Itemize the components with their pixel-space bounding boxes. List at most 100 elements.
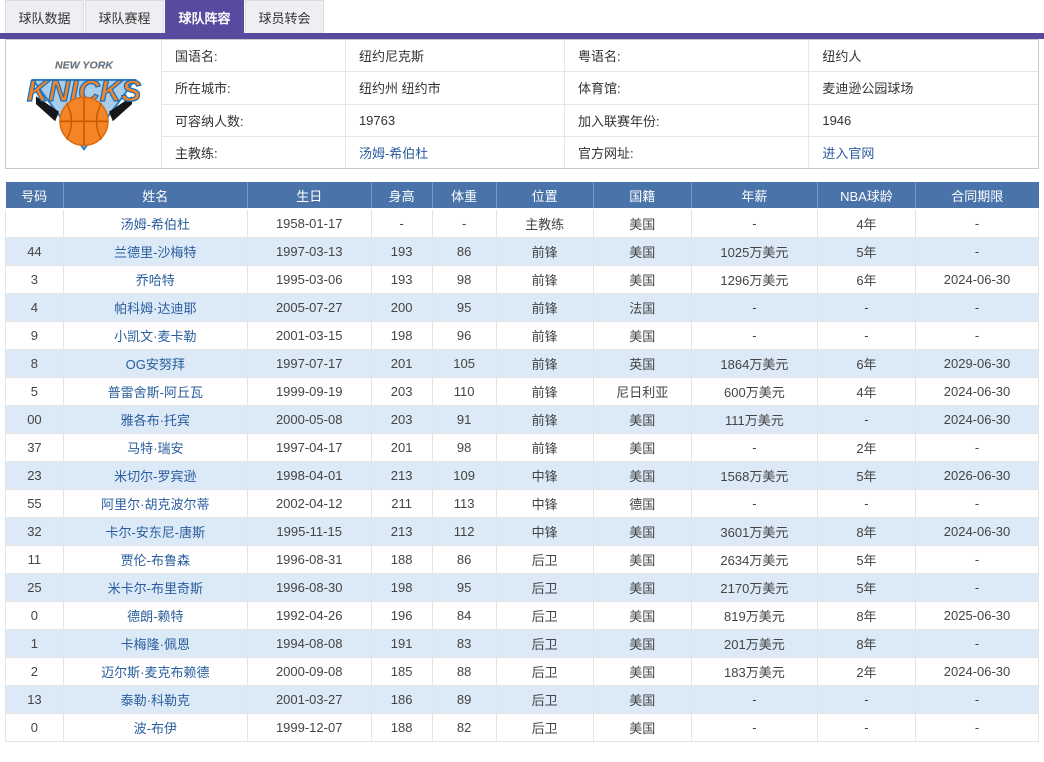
player-link[interactable]: 米卡尔-布里奇斯 — [108, 581, 203, 596]
cell-name: 乔哈特 — [63, 265, 247, 293]
head-coach-link[interactable]: 汤姆-希伯杜 — [359, 143, 428, 162]
cell-height: 201 — [371, 349, 432, 377]
cell-position: 中锋 — [496, 489, 593, 517]
cell-nationality: 美国 — [593, 433, 691, 461]
cell-position: 前锋 — [496, 433, 593, 461]
col-header-number: 号码 — [6, 182, 64, 209]
player-link[interactable]: 迈尔斯·麦克布赖德 — [101, 665, 209, 680]
cell-birthday: 1996-08-31 — [247, 545, 371, 573]
tab-team-schedule[interactable]: 球队赛程 — [85, 0, 164, 33]
player-link[interactable]: 小凯文·麦卡勒 — [114, 329, 196, 344]
cell-number: 37 — [6, 433, 64, 461]
cell-number: 13 — [6, 685, 64, 713]
player-link[interactable]: 贾伦-布鲁森 — [121, 553, 190, 568]
info-label-mandarin-name: 国语名: — [162, 40, 346, 72]
player-link[interactable]: 兰德里-沙梅特 — [114, 245, 196, 260]
cell-position: 后卫 — [496, 629, 593, 657]
cell-salary: 819万美元 — [691, 601, 817, 629]
cell-name: 普雷舍斯-阿丘瓦 — [63, 377, 247, 405]
cell-salary: - — [691, 433, 817, 461]
cell-weight: 95 — [432, 573, 496, 601]
cell-position: 后卫 — [496, 713, 593, 741]
team-logo-cell: NEW YORK KNICKS — [6, 40, 162, 168]
info-label-arena: 体育馆: — [565, 72, 809, 104]
cell-salary: 1025万美元 — [691, 237, 817, 265]
player-link[interactable]: 乔哈特 — [136, 273, 175, 288]
cell-nationality: 尼日利亚 — [593, 377, 691, 405]
col-header-name: 姓名 — [63, 182, 247, 209]
tab-team-roster[interactable]: 球队阵容 — [165, 0, 244, 33]
cell-number: 8 — [6, 349, 64, 377]
player-link[interactable]: 雅各布·托宾 — [121, 413, 190, 428]
roster-table-head: 号码姓名生日身高体重位置国籍年薪NBA球龄合同期限 — [6, 182, 1039, 209]
cell-name: 卡梅隆·佩恩 — [63, 629, 247, 657]
cell-nationality: 美国 — [593, 321, 691, 349]
cell-salary: - — [691, 713, 817, 741]
player-link[interactable]: OG安努拜 — [126, 357, 185, 372]
cell-nationality: 美国 — [593, 237, 691, 265]
cell-birthday: 1997-07-17 — [247, 349, 371, 377]
cell-contract-until: - — [916, 209, 1039, 237]
player-link[interactable]: 德朗-赖特 — [127, 609, 183, 624]
official-site-link[interactable]: 进入官网 — [822, 143, 874, 162]
player-link[interactable]: 马特·瑞安 — [127, 441, 183, 456]
player-link[interactable]: 泰勒·科勒克 — [121, 693, 190, 708]
cell-salary: 2170万美元 — [691, 573, 817, 601]
cell-position: 前锋 — [496, 321, 593, 349]
cell-weight: 113 — [432, 489, 496, 517]
cell-height: 213 — [371, 461, 432, 489]
cell-nationality: 美国 — [593, 601, 691, 629]
table-row: 13泰勒·科勒克2001-03-2718689后卫美国--- — [6, 685, 1039, 713]
cell-name: OG安努拜 — [63, 349, 247, 377]
cell-contract-until: 2024-06-30 — [916, 657, 1039, 685]
tab-player-transfers[interactable]: 球员转会 — [245, 0, 324, 33]
cell-birthday: 2001-03-15 — [247, 321, 371, 349]
cell-number: 9 — [6, 321, 64, 349]
player-link[interactable]: 卡梅隆·佩恩 — [121, 637, 190, 652]
col-header-salary: 年薪 — [691, 182, 817, 209]
cell-nba-seniority: 5年 — [817, 461, 915, 489]
cell-contract-until: - — [916, 545, 1039, 573]
info-value-official-site: 进入官网 — [809, 137, 1038, 168]
cell-nba-seniority: 5年 — [817, 545, 915, 573]
cell-nationality: 英国 — [593, 349, 691, 377]
cell-nationality: 美国 — [593, 573, 691, 601]
cell-height: 211 — [371, 489, 432, 517]
cell-height: 191 — [371, 629, 432, 657]
info-label-official-site: 官方网址: — [565, 137, 809, 168]
player-link[interactable]: 阿里尔·胡克波尔蒂 — [101, 497, 209, 512]
cell-birthday: 2000-09-08 — [247, 657, 371, 685]
table-row: 44兰德里-沙梅特1997-03-1319386前锋美国1025万美元5年- — [6, 237, 1039, 265]
cell-salary: 2634万美元 — [691, 545, 817, 573]
cell-salary: - — [691, 685, 817, 713]
table-row: 5普雷舍斯-阿丘瓦1999-09-19203110前锋尼日利亚600万美元4年2… — [6, 377, 1039, 405]
cell-weight: 109 — [432, 461, 496, 489]
player-link[interactable]: 普雷舍斯-阿丘瓦 — [108, 385, 203, 400]
cell-number: 4 — [6, 293, 64, 321]
info-label-cantonese-name: 粤语名: — [565, 40, 809, 72]
player-link[interactable]: 帕科姆·达迪耶 — [114, 301, 196, 316]
cell-position: 后卫 — [496, 573, 593, 601]
table-row: 1卡梅隆·佩恩1994-08-0819183后卫美国201万美元8年- — [6, 629, 1039, 657]
cell-nationality: 美国 — [593, 629, 691, 657]
cell-name: 贾伦-布鲁森 — [63, 545, 247, 573]
cell-contract-until: 2029-06-30 — [916, 349, 1039, 377]
info-value-city: 纽约州 纽约市 — [346, 72, 565, 104]
cell-position: 前锋 — [496, 237, 593, 265]
cell-nba-seniority: 6年 — [817, 349, 915, 377]
cell-nationality: 美国 — [593, 657, 691, 685]
player-link[interactable]: 波-布伊 — [134, 721, 177, 736]
player-link[interactable]: 卡尔-安东尼-唐斯 — [105, 525, 205, 540]
cell-number: 0 — [6, 713, 64, 741]
cell-height: 185 — [371, 657, 432, 685]
cell-nba-seniority: 4年 — [817, 209, 915, 237]
cell-birthday: 1998-04-01 — [247, 461, 371, 489]
cell-number: 44 — [6, 237, 64, 265]
col-header-birthday: 生日 — [247, 182, 371, 209]
cell-nba-seniority: 6年 — [817, 265, 915, 293]
table-row: 4帕科姆·达迪耶2005-07-2720095前锋法国--- — [6, 293, 1039, 321]
tab-team-stats[interactable]: 球队数据 — [5, 0, 84, 33]
player-link[interactable]: 米切尔-罗宾逊 — [114, 469, 196, 484]
player-link[interactable]: 汤姆-希伯杜 — [121, 217, 190, 232]
cell-birthday: 1992-04-26 — [247, 601, 371, 629]
